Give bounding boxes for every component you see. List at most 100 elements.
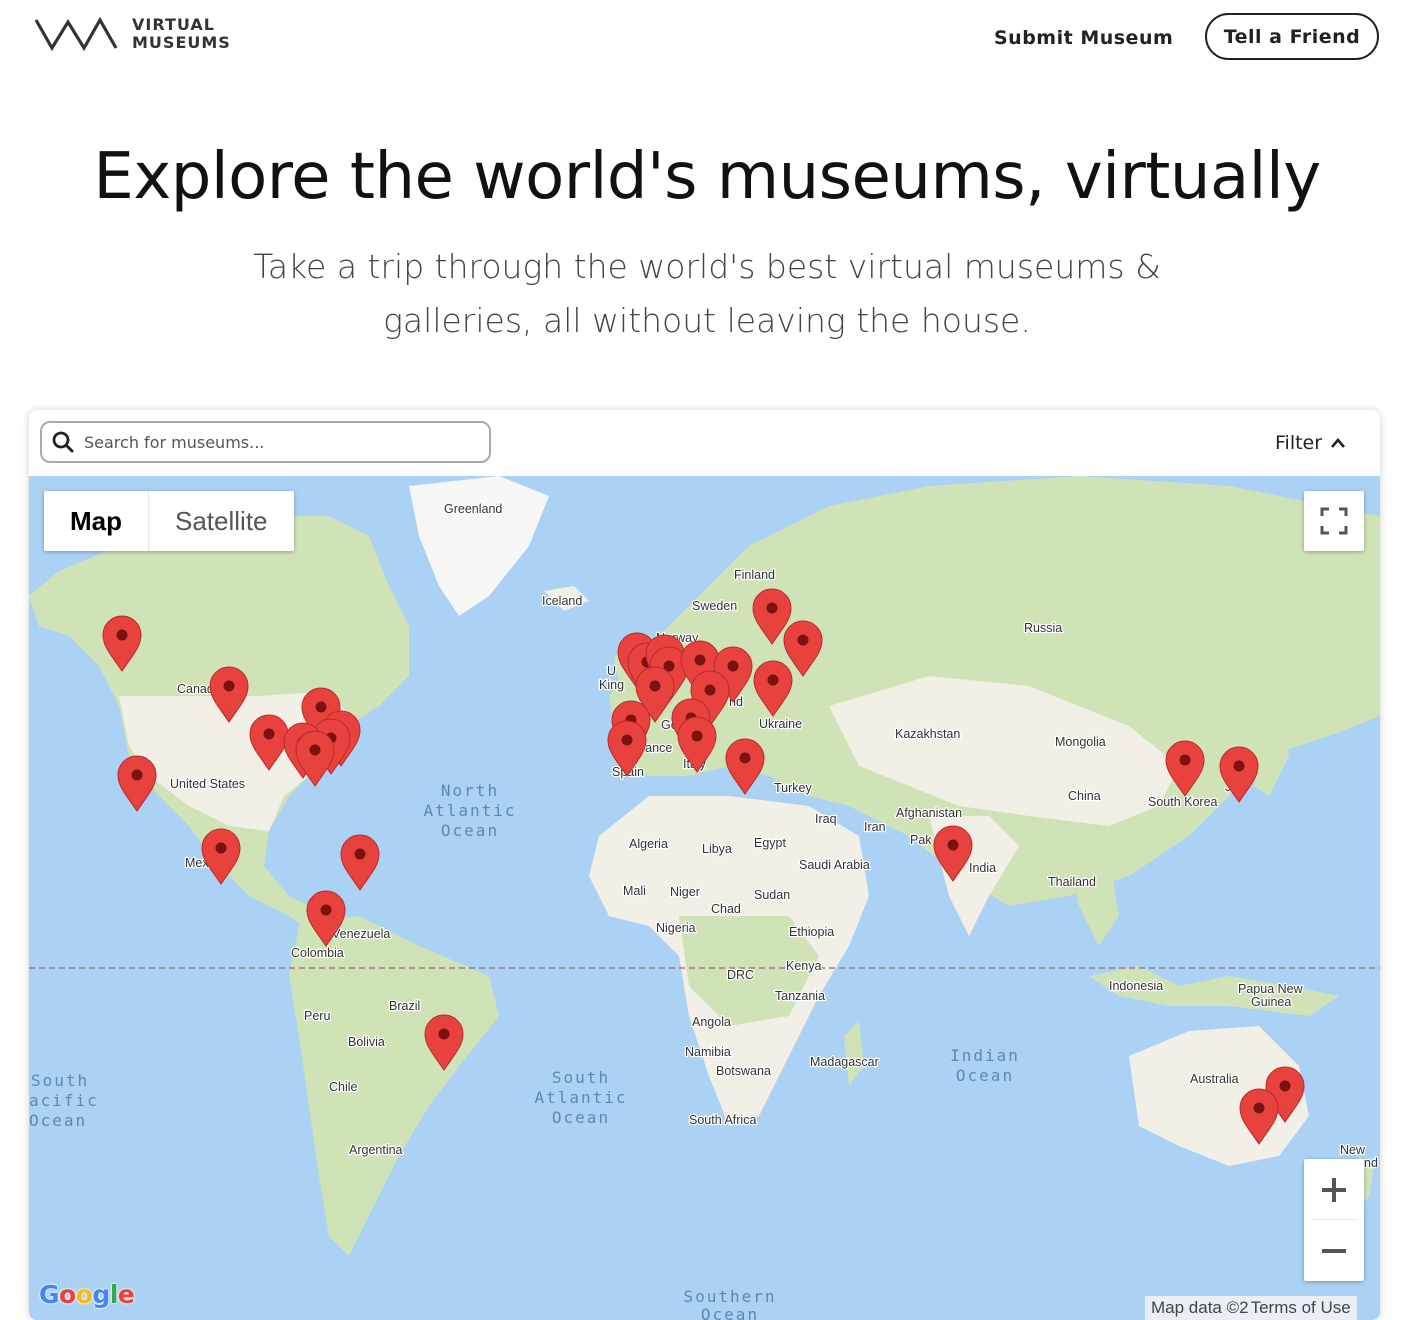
- label-australia: Australia: [1190, 1072, 1239, 1086]
- label-uk-1: U: [607, 664, 616, 678]
- label-india: India: [969, 861, 996, 875]
- ocean-label-north-atlantic-1: North: [441, 781, 499, 800]
- label-angola: Angola: [692, 1015, 731, 1029]
- page-subtitle: Take a trip through the world's best vir…: [253, 247, 1161, 340]
- fullscreen-icon: [1320, 507, 1348, 535]
- label-colombia: Colombia: [291, 946, 344, 960]
- label-chile: Chile: [329, 1080, 358, 1094]
- label-nigeria: Nigeria: [656, 921, 696, 935]
- zoom-out-button[interactable]: [1304, 1220, 1364, 1281]
- plus-icon: [1322, 1177, 1346, 1202]
- logo-text-line2: MUSEUMS: [132, 33, 231, 52]
- label-saudi-arabia: Saudi Arabia: [799, 858, 870, 872]
- label-afghanistan: Afghanistan: [896, 806, 962, 820]
- label-mongolia: Mongolia: [1055, 735, 1106, 749]
- label-png-2: Guinea: [1251, 995, 1291, 1009]
- map-type-control: Map Satellite: [44, 491, 294, 551]
- map-card: Filter: [29, 410, 1380, 1320]
- label-south-africa: South Africa: [689, 1113, 756, 1127]
- ocean-label-south-pacific-2: acific: [29, 1091, 99, 1110]
- map-marker[interactable]: [117, 755, 157, 812]
- tell-a-friend-button[interactable]: Tell a Friend: [1205, 13, 1379, 60]
- label-png-1: Papua New: [1238, 982, 1304, 996]
- label-brazil: Brazil: [389, 999, 420, 1013]
- label-iraq: Iraq: [815, 812, 837, 826]
- label-finland: Finland: [734, 568, 775, 582]
- search-icon: [52, 431, 74, 453]
- fullscreen-button[interactable]: [1304, 491, 1364, 551]
- chevron-up-icon: [1331, 438, 1346, 448]
- label-turkey: Turkey: [774, 781, 812, 795]
- map-type-map-button[interactable]: Map: [44, 491, 148, 551]
- label-south-korea: South Korea: [1148, 795, 1218, 809]
- world-map[interactable]: North Atlantic Ocean South Atlantic Ocea…: [29, 476, 1380, 1320]
- minus-icon: [1322, 1248, 1346, 1253]
- label-sweden: Sweden: [692, 599, 737, 613]
- label-russia: Russia: [1024, 621, 1062, 635]
- ocean-label-southern-2: Ocean: [701, 1305, 759, 1320]
- map-data-text: Map data ©2: [1151, 1298, 1249, 1317]
- ocean-label-indian-2: Ocean: [956, 1066, 1014, 1085]
- map-attribution: Map data ©2 Terms of Use: [1145, 1296, 1357, 1320]
- ocean-labels: North Atlantic Ocean South Atlantic Ocea…: [29, 781, 1020, 1320]
- label-iceland: Iceland: [542, 594, 582, 608]
- label-kazakhstan: Kazakhstan: [895, 727, 960, 741]
- label-niger: Niger: [670, 885, 700, 899]
- google-logo[interactable]: Google: [39, 1280, 135, 1309]
- label-indonesia: Indonesia: [1109, 979, 1163, 993]
- label-pakistan: Pak: [910, 833, 932, 847]
- ocean-label-north-atlantic-3: Ocean: [441, 821, 499, 840]
- greenland-land: [409, 476, 549, 616]
- ocean-label-south-atlantic-1: South: [552, 1068, 610, 1087]
- label-namibia: Namibia: [685, 1045, 731, 1059]
- label-tanzania: Tanzania: [775, 989, 825, 1003]
- label-mali: Mali: [623, 884, 646, 898]
- zoom-in-button[interactable]: [1304, 1159, 1364, 1220]
- label-egypt: Egypt: [754, 836, 786, 850]
- logo-text-line1: VIRTUAL: [132, 15, 215, 34]
- map-marker[interactable]: [725, 738, 765, 795]
- madagascar-land: [844, 1021, 864, 1086]
- logo-mark-icon: [34, 16, 118, 52]
- ocean-label-south-pacific-3: Ocean: [29, 1111, 87, 1130]
- label-iran: Iran: [864, 820, 886, 834]
- label-drc: DRC: [727, 968, 754, 982]
- ocean-label-southern-1: Southern: [683, 1287, 776, 1306]
- ocean-label-south-atlantic-2: Atlantic: [534, 1088, 627, 1107]
- label-botswana: Botswana: [716, 1064, 771, 1078]
- label-libya: Libya: [702, 842, 732, 856]
- label-greenland: Greenland: [444, 502, 502, 516]
- zoom-divider: [1312, 1219, 1356, 1220]
- page-title: Explore the world's museums, virtually: [93, 140, 1321, 214]
- south-america-land: [289, 916, 499, 1256]
- ocean-label-south-pacific-1: South: [31, 1071, 89, 1090]
- map-canvas: North Atlantic Ocean South Atlantic Ocea…: [29, 476, 1380, 1320]
- ocean-label-north-atlantic-2: Atlantic: [423, 801, 516, 820]
- filter-label: Filter: [1275, 432, 1323, 454]
- terms-of-use-link[interactable]: Terms of Use: [1251, 1298, 1351, 1318]
- label-thailand: Thailand: [1048, 875, 1096, 889]
- ocean-label-south-atlantic-3: Ocean: [552, 1108, 610, 1127]
- filter-toggle[interactable]: Filter: [1275, 432, 1346, 454]
- label-algeria: Algeria: [629, 837, 668, 851]
- ocean-label-indian-1: Indian: [950, 1046, 1020, 1065]
- label-canada: Canad: [177, 682, 214, 696]
- submit-museum-link[interactable]: Submit Museum: [994, 27, 1173, 49]
- label-bolivia: Bolivia: [348, 1035, 385, 1049]
- label-ukraine: Ukraine: [759, 717, 802, 731]
- label-venezuela: Venezuela: [332, 927, 390, 941]
- label-peru: Peru: [304, 1009, 330, 1023]
- site-logo[interactable]: VIRTUAL MUSEUMS: [34, 16, 231, 52]
- map-type-satellite-button[interactable]: Satellite: [148, 491, 294, 551]
- label-madagascar: Madagascar: [810, 1055, 879, 1069]
- label-united-states: United States: [170, 777, 245, 791]
- search-input[interactable]: [84, 432, 464, 452]
- label-sudan: Sudan: [754, 888, 790, 902]
- label-china: China: [1068, 789, 1101, 803]
- map-marker[interactable]: [340, 834, 380, 891]
- search-box[interactable]: [40, 421, 491, 463]
- zoom-control: [1304, 1159, 1364, 1281]
- label-kenya: Kenya: [786, 959, 821, 973]
- label-chad: Chad: [711, 902, 741, 916]
- label-nz-2: nd: [1364, 1156, 1378, 1170]
